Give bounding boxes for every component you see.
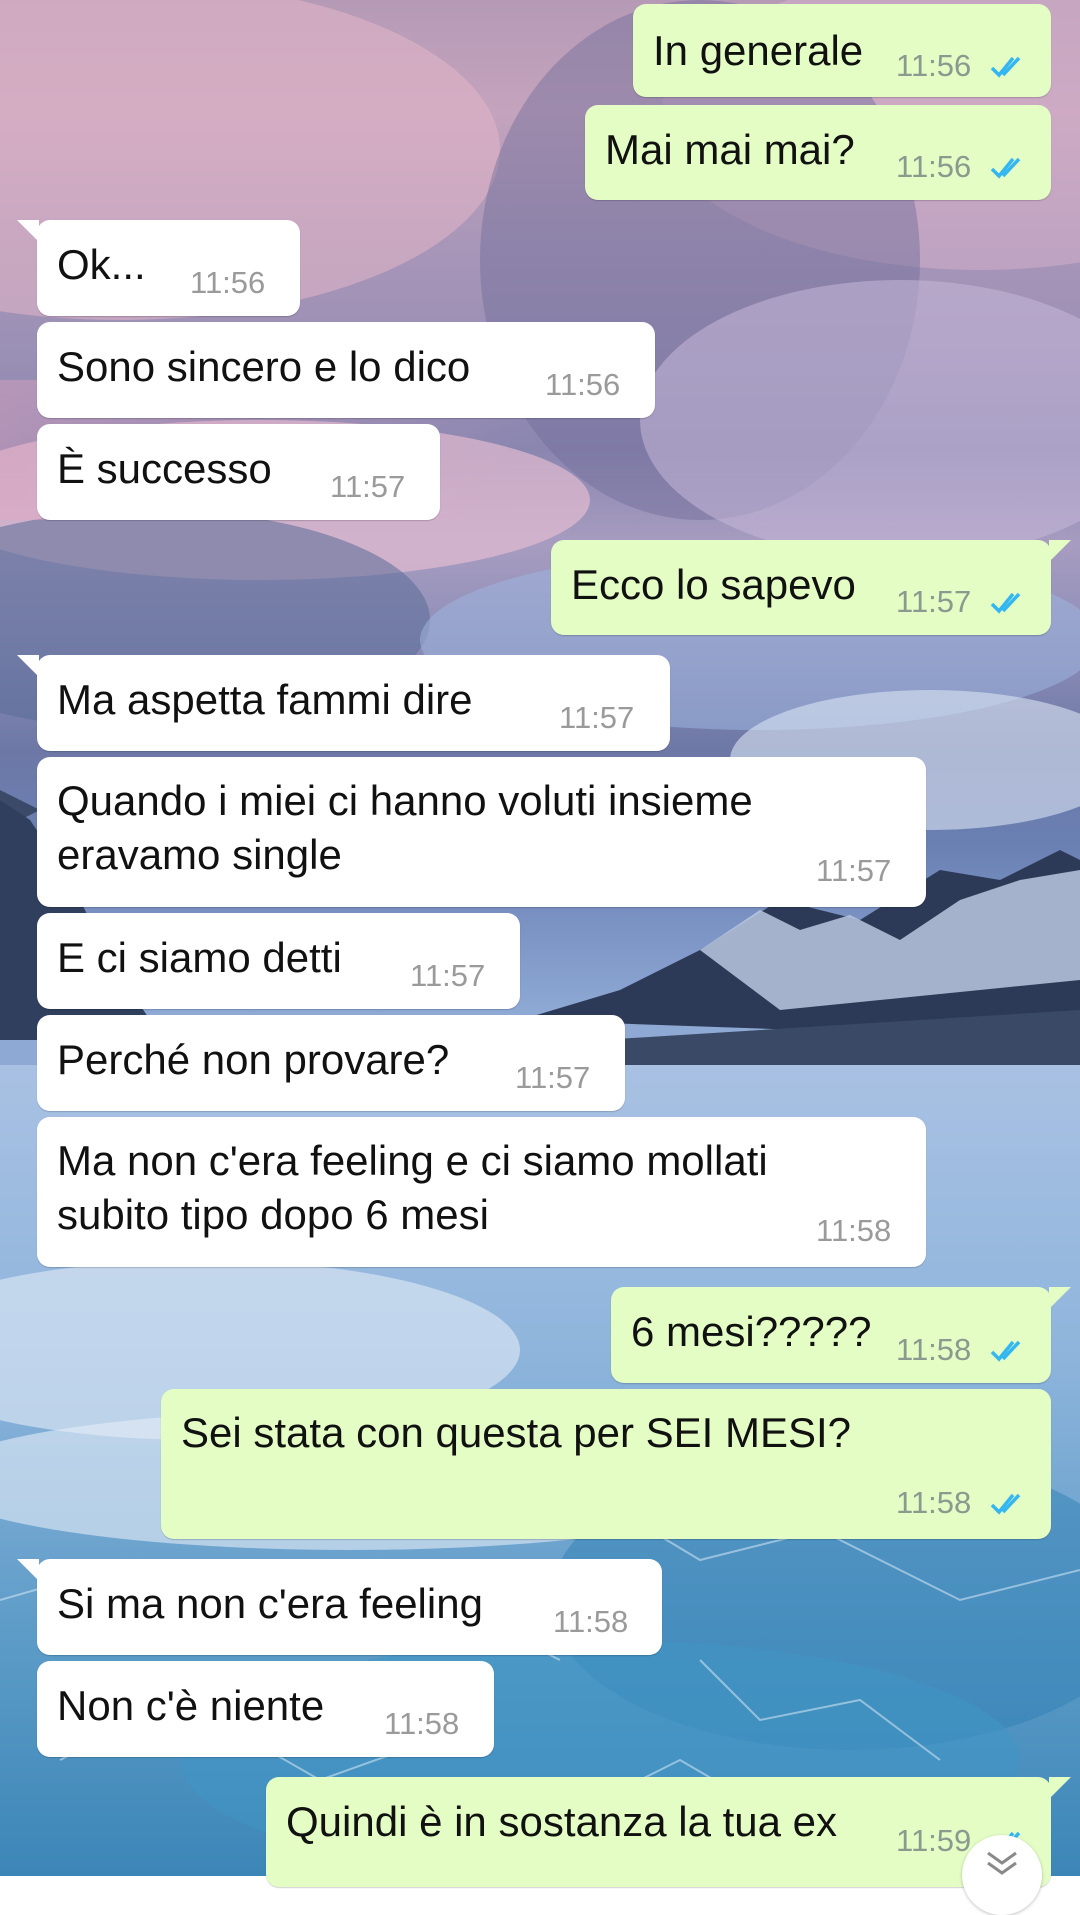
- message-text: Quindi è in sostanza la tua ex: [286, 1798, 838, 1845]
- message-time: 11:57: [896, 584, 972, 619]
- message-text: Non c'è niente: [57, 1682, 325, 1729]
- double-check-icon: [990, 157, 1021, 179]
- message-outgoing[interactable]: 6 mesi????? 11:58: [611, 1287, 1071, 1383]
- double-check-icon: [990, 592, 1021, 614]
- bubble-tail: [17, 655, 39, 677]
- message-time: 11:56: [896, 48, 972, 83]
- message-incoming[interactable]: Non c'è niente 11:58: [37, 1661, 494, 1757]
- bubble-tail: [17, 1559, 39, 1581]
- message-incoming[interactable]: È successo 11:57: [37, 424, 440, 520]
- bubble-tail: [1049, 1287, 1071, 1309]
- message-incoming[interactable]: E ci siamo detti 11:57: [37, 913, 520, 1009]
- message-time: 11:57: [515, 1060, 591, 1095]
- message-incoming[interactable]: Ma aspetta fammi dire 11:57: [17, 655, 670, 751]
- message-incoming[interactable]: Sono sincero e lo dico 11:56: [37, 322, 655, 418]
- message-incoming[interactable]: Si ma non c'era feeling 11:58: [17, 1559, 662, 1655]
- message-time: 11:56: [896, 149, 972, 184]
- double-check-icon: [990, 1493, 1021, 1515]
- message-text: Ok...: [57, 241, 146, 288]
- message-time: 11:57: [816, 853, 892, 888]
- message-text: Mai mai mai?: [605, 126, 855, 173]
- message-incoming[interactable]: Ok... 11:56: [17, 220, 300, 316]
- message-text: E ci siamo detti: [57, 934, 342, 981]
- message-time: 11:58: [896, 1485, 972, 1520]
- chevron-double-down-icon: [987, 1851, 1017, 1875]
- bubble-tail: [1049, 540, 1071, 562]
- bubble-tail: [17, 220, 39, 242]
- message-time: 11:57: [410, 958, 486, 993]
- message-time: 11:58: [896, 1332, 972, 1367]
- message-outgoing[interactable]: Quindi è in sostanza la tua ex 11:59: [266, 1777, 1071, 1887]
- message-text: È successo: [57, 445, 272, 492]
- message-time: 11:57: [330, 469, 406, 504]
- scroll-to-bottom-button[interactable]: [962, 1835, 1042, 1915]
- message-outgoing[interactable]: Mai mai mai? 11:56: [585, 105, 1051, 200]
- message-time: 11:56: [545, 367, 621, 402]
- message-time: 11:59: [896, 1823, 972, 1858]
- message-text: Quando i miei ci hanno voluti insieme er…: [57, 777, 753, 878]
- message-text: Sono sincero e lo dico: [57, 343, 471, 390]
- bubble-tail: [1049, 1777, 1071, 1799]
- message-text: Perché non provare?: [57, 1036, 450, 1083]
- message-outgoing[interactable]: Sei stata con questa per SEI MESI? 11:58: [161, 1389, 1051, 1539]
- message-text: Si ma non c'era feeling: [57, 1580, 483, 1627]
- message-incoming[interactable]: Ma non c'era feeling e ci siamo mollati …: [37, 1117, 926, 1267]
- message-time: 11:58: [553, 1604, 629, 1639]
- message-text: Ma non c'era feeling e ci siamo mollati …: [57, 1137, 768, 1238]
- message-text: Ma aspetta fammi dire: [57, 676, 473, 723]
- message-text: Sei stata con questa per SEI MESI?: [181, 1409, 852, 1456]
- message-incoming[interactable]: Perché non provare? 11:57: [37, 1015, 625, 1111]
- message-text: 6 mesi?????: [631, 1308, 872, 1355]
- message-outgoing[interactable]: Ecco lo sapevo 11:57: [551, 540, 1071, 635]
- message-outgoing[interactable]: In generale 11:56: [633, 4, 1051, 97]
- message-incoming[interactable]: Quando i miei ci hanno voluti insieme er…: [37, 757, 926, 907]
- message-time: 11:58: [816, 1213, 892, 1248]
- message-text: In generale: [653, 27, 864, 74]
- message-time: 11:58: [384, 1706, 460, 1741]
- message-time: 11:56: [190, 265, 266, 300]
- message-text: Ecco lo sapevo: [571, 561, 856, 608]
- double-check-icon: [990, 1340, 1021, 1362]
- message-time: 11:57: [559, 700, 635, 735]
- double-check-icon: [990, 56, 1021, 78]
